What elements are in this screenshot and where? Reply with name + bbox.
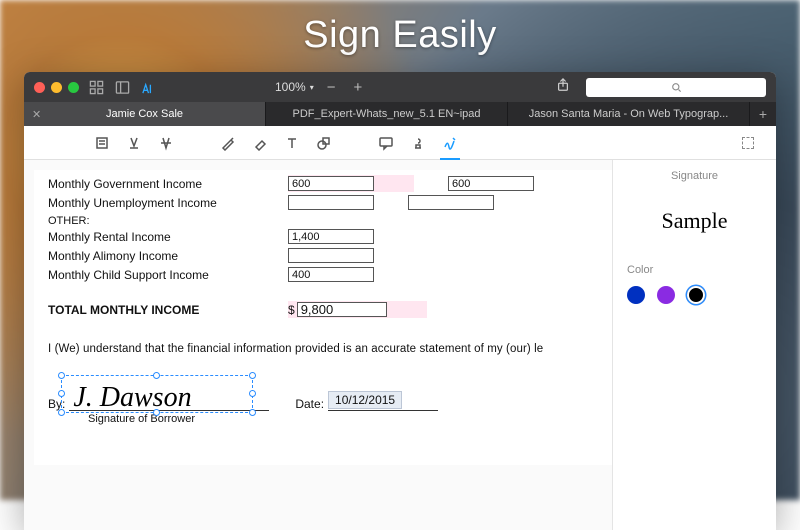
resize-handle[interactable] — [58, 372, 65, 379]
form-label: Monthly Alimony Income — [48, 249, 288, 263]
resize-handle[interactable] — [249, 390, 256, 397]
note-icon[interactable] — [372, 126, 400, 160]
date-field[interactable]: 10/12/2015 — [328, 391, 402, 409]
fullscreen-window-button[interactable] — [68, 82, 79, 93]
form-field[interactable]: 600 — [288, 176, 374, 191]
form-field[interactable] — [408, 195, 494, 210]
resize-handle[interactable] — [249, 372, 256, 379]
form-label: Monthly Government Income — [48, 177, 288, 191]
titlebar: 100% ▾ − + — [24, 72, 776, 102]
new-tab-button[interactable]: + — [750, 102, 776, 126]
form-field[interactable]: 400 — [288, 267, 374, 282]
tab[interactable]: PDF_Expert-Whats_new_5.1 EN~ipad — [266, 102, 508, 126]
signature-panel: Signature Sample Color — [612, 160, 776, 530]
promo-title: Sign Easily — [0, 14, 800, 57]
resize-handle[interactable] — [153, 372, 160, 379]
sidebar-toggle-icon[interactable] — [113, 78, 131, 96]
color-swatch-purple[interactable] — [657, 286, 675, 304]
text-tool-icon[interactable] — [278, 126, 306, 160]
chevron-down-icon: ▾ — [310, 83, 314, 92]
form-field[interactable] — [288, 248, 374, 263]
window-controls — [34, 82, 79, 93]
pen-icon[interactable] — [214, 126, 242, 160]
shape-tool-icon[interactable] — [310, 126, 338, 160]
section-label: OTHER: — [34, 215, 612, 227]
signature-tool-icon[interactable] — [436, 126, 464, 160]
minimize-window-button[interactable] — [51, 82, 62, 93]
total-label: TOTAL MONTHLY INCOME — [48, 303, 288, 317]
document-viewport[interactable]: Monthly Government Income600600 Monthly … — [24, 160, 612, 530]
form-field[interactable]: 600 — [448, 176, 534, 191]
by-label: By: — [48, 397, 65, 411]
underline-icon[interactable] — [120, 126, 148, 160]
resize-handle[interactable] — [58, 390, 65, 397]
color-label: Color — [627, 264, 762, 276]
panel-heading: Signature — [627, 170, 762, 182]
search-input[interactable] — [586, 78, 766, 97]
currency-symbol: $ — [288, 303, 295, 317]
annotation-toolbar — [24, 126, 776, 160]
tab[interactable]: Jason Santa Maria - On Web Typograp... — [508, 102, 750, 126]
zoom-control[interactable]: 100% ▾ — [275, 80, 314, 94]
tab-label: PDF_Expert-Whats_new_5.1 EN~ipad — [292, 108, 480, 120]
tab-label: Jamie Cox Sale — [106, 108, 183, 120]
close-window-button[interactable] — [34, 82, 45, 93]
form-label: Monthly Rental Income — [48, 230, 288, 244]
tab-label: Jason Santa Maria - On Web Typograp... — [529, 108, 729, 120]
color-swatch-blue[interactable] — [627, 286, 645, 304]
signature-line[interactable]: J. Dawson — [69, 381, 269, 411]
date-label: Date: — [295, 397, 324, 411]
total-field[interactable]: 9,800 — [297, 302, 387, 317]
eraser-icon[interactable] — [246, 126, 274, 160]
signature-caption: Signature of Borrower — [34, 413, 612, 425]
form-field[interactable]: 1,400 — [288, 229, 374, 244]
form-label: Monthly Child Support Income — [48, 268, 288, 282]
zoom-value: 100% — [275, 80, 306, 94]
share-icon[interactable] — [556, 78, 570, 97]
color-swatches — [627, 286, 762, 304]
statement-text: I (We) understand that the financial inf… — [34, 319, 612, 363]
tab[interactable]: ✕ Jamie Cox Sale — [24, 102, 266, 126]
thumbnail-view-icon[interactable] — [87, 78, 105, 96]
close-tab-icon[interactable]: ✕ — [32, 108, 41, 121]
color-swatch-black[interactable] — [687, 286, 705, 304]
form-field[interactable] — [288, 195, 374, 210]
document-tabs: ✕ Jamie Cox Sale PDF_Expert-Whats_new_5.… — [24, 102, 776, 126]
signature-image[interactable]: J. Dawson — [73, 382, 191, 414]
form-label: Monthly Unemployment Income — [48, 196, 288, 210]
highlight-text-icon[interactable] — [88, 126, 116, 160]
zoom-in-button[interactable]: + — [348, 79, 367, 96]
app-window: 100% ▾ − + ✕ Jamie Cox Sale PDF_Expert-W… — [24, 72, 776, 530]
strikethrough-icon[interactable] — [152, 126, 180, 160]
stamp-icon[interactable] — [404, 126, 432, 160]
signature-sample[interactable]: Sample — [627, 208, 762, 234]
annotate-mode-icon[interactable] — [139, 78, 157, 96]
zoom-out-button[interactable]: − — [322, 79, 341, 96]
date-line: 10/12/2015 — [328, 391, 438, 411]
pdf-page: Monthly Government Income600600 Monthly … — [34, 170, 612, 465]
selection-tool-icon[interactable] — [734, 126, 762, 160]
